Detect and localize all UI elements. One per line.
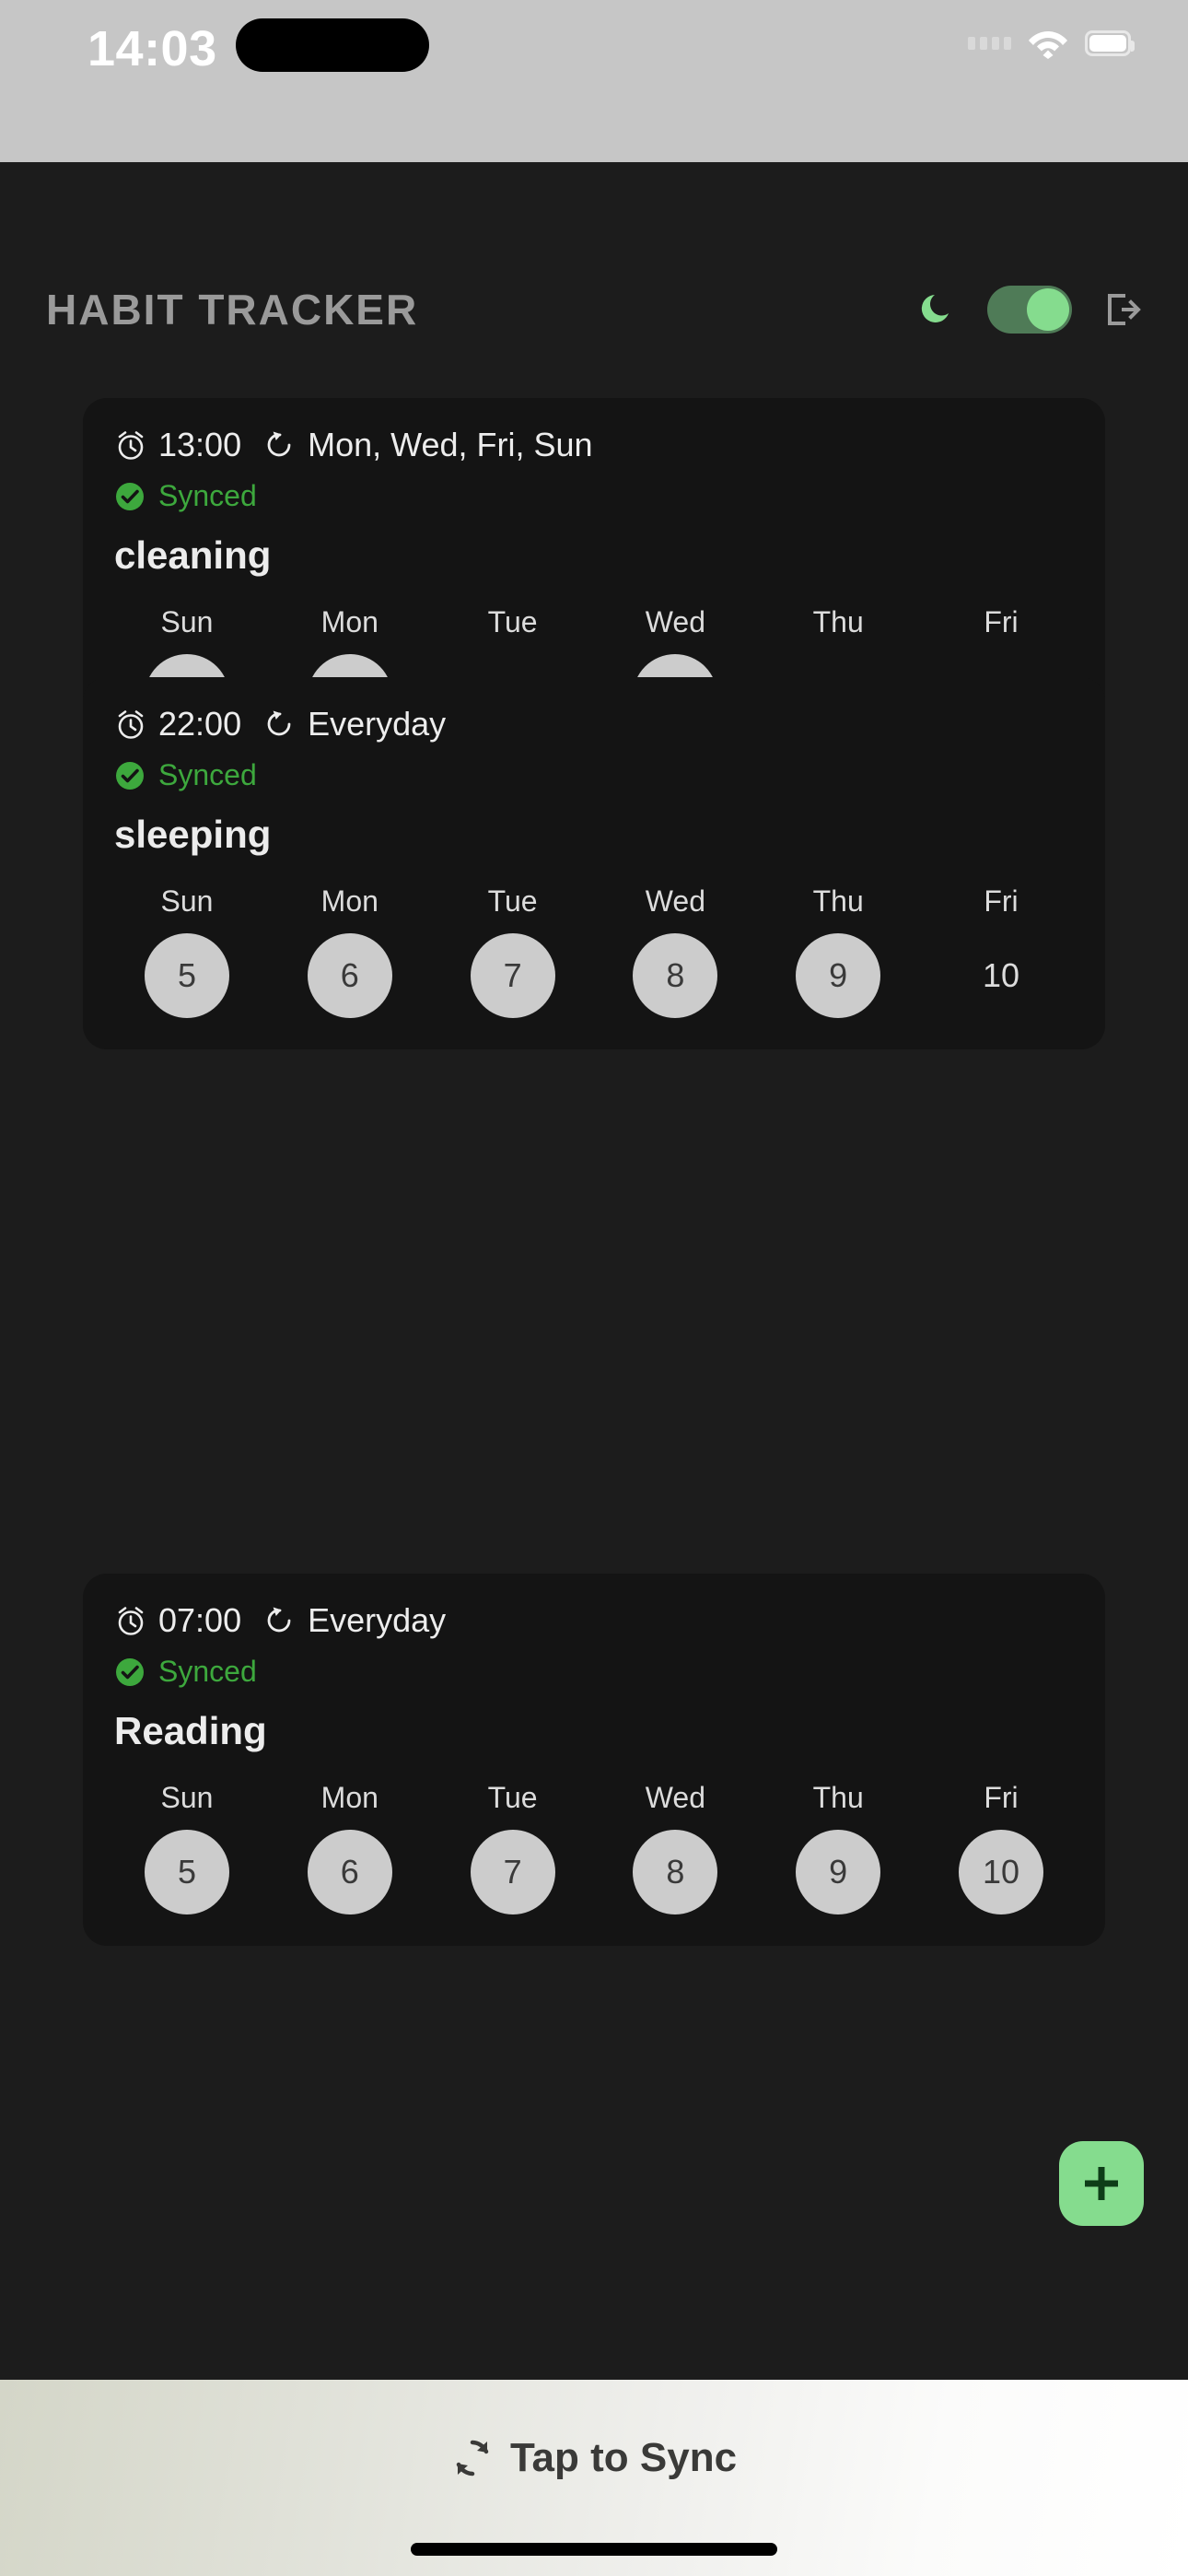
day-column: Fri 10 <box>932 884 1070 1018</box>
habit-repeat: Mon, Wed, Fri, Sun <box>308 426 592 464</box>
dark-mode-toggle[interactable] <box>987 286 1072 334</box>
habit-time: 07:00 <box>158 1601 241 1640</box>
day-label: Fri <box>984 605 1018 639</box>
habit-card[interactable]: 07:00 Everyday Synced Reading Sun 5 Mon 6 Tue 7 We… <box>83 1574 1105 1946</box>
day-column: Thu 9 <box>769 1781 907 1914</box>
tap-to-sync-button[interactable]: Tap to Sync <box>451 2435 737 2481</box>
habit-meta-row: 07:00 Everyday <box>114 1601 1074 1640</box>
day-column: Wed 8 <box>606 1781 744 1914</box>
plus-icon <box>1077 2160 1125 2207</box>
day-marker-completed[interactable]: 5 <box>145 933 229 1018</box>
status-bar: 14:03 <box>0 0 1188 162</box>
sync-bar[interactable]: Tap to Sync <box>0 2380 1188 2576</box>
day-marker-empty[interactable]: 10 <box>959 933 1043 1018</box>
dynamic-island <box>236 18 429 72</box>
habit-week-strip: Sun 5 Mon 6 Tue 7 Wed 8 Thu 9 Fri 10 <box>114 1781 1074 1914</box>
check-circle-icon <box>114 481 146 512</box>
day-label: Thu <box>813 1781 864 1815</box>
toggle-knob <box>1027 288 1069 331</box>
header-actions <box>917 286 1144 334</box>
wifi-icon <box>1028 28 1068 59</box>
habit-sync-status: Synced <box>114 479 1074 513</box>
day-label: Mon <box>321 884 379 919</box>
day-column: Fri 10 <box>932 1781 1070 1914</box>
day-label: Fri <box>984 1781 1018 1815</box>
habit-sync-status: Synced <box>114 758 1074 792</box>
habit-title: cleaning <box>114 533 1074 578</box>
day-marker-completed[interactable]: 7 <box>471 1830 555 1914</box>
day-column: Thu 9 <box>769 884 907 1018</box>
day-column: Sun 5 <box>118 884 256 1018</box>
habit-sync-label: Synced <box>158 758 257 792</box>
day-column: Mon 6 <box>281 884 419 1018</box>
check-circle-icon <box>114 1657 146 1688</box>
day-column: Sun 5 <box>118 1781 256 1914</box>
day-label: Thu <box>813 884 864 919</box>
alarm-clock-icon <box>114 708 147 741</box>
day-label: Wed <box>646 884 705 919</box>
day-column: Tue 7 <box>444 1781 582 1914</box>
day-column: Mon 6 <box>281 1781 419 1914</box>
day-label: Mon <box>321 605 379 639</box>
day-label: Fri <box>984 884 1018 919</box>
day-label: Tue <box>488 1781 538 1815</box>
moon-icon <box>917 288 960 331</box>
day-marker-completed[interactable]: 7 <box>471 933 555 1018</box>
day-label: Tue <box>488 605 538 639</box>
day-marker-completed[interactable]: 8 <box>633 933 717 1018</box>
day-marker-completed[interactable]: 10 <box>959 1830 1043 1914</box>
day-label: Wed <box>646 1781 705 1815</box>
habit-time: 22:00 <box>158 705 241 744</box>
habit-sync-label: Synced <box>158 1655 257 1689</box>
day-column: Wed 8 <box>606 884 744 1018</box>
day-label: Tue <box>488 884 538 919</box>
repeat-icon <box>263 1604 297 1637</box>
alarm-clock-icon <box>114 1604 147 1637</box>
logout-icon[interactable] <box>1100 287 1144 332</box>
day-column: Tue 7 <box>444 884 582 1018</box>
habit-repeat: Everyday <box>308 705 446 744</box>
day-marker-completed[interactable]: 9 <box>796 1830 880 1914</box>
repeat-icon <box>263 708 297 741</box>
status-bar-clock: 14:03 <box>87 20 217 77</box>
day-label: Mon <box>321 1781 379 1815</box>
battery-icon <box>1085 30 1131 56</box>
habit-card[interactable]: 22:00EverydaySyncedsleepingSun5Mon6Tue7W… <box>83 677 1105 1049</box>
page-title: HABIT TRACKER <box>46 285 418 334</box>
habit-title: sleeping <box>114 813 1074 857</box>
alarm-clock-icon <box>114 428 147 462</box>
habit-title: Reading <box>114 1709 1074 1753</box>
day-label: Sun <box>161 1781 214 1815</box>
day-marker-completed[interactable]: 6 <box>308 1830 392 1914</box>
habit-meta-row: 13:00 Mon, Wed, Fri, Sun <box>114 426 1074 464</box>
day-label: Sun <box>161 884 214 919</box>
sync-label: Tap to Sync <box>510 2435 737 2481</box>
sync-refresh-icon <box>451 2437 494 2479</box>
check-circle-icon <box>114 760 146 791</box>
day-label: Thu <box>813 605 864 639</box>
home-indicator <box>411 2543 777 2556</box>
signal-dots-icon <box>968 37 1011 50</box>
add-habit-button[interactable] <box>1059 2141 1144 2226</box>
habit-week-strip: Sun 5 Mon 6 Tue 7 Wed 8 Thu 9 Fri 10 <box>114 884 1074 1018</box>
day-label: Sun <box>161 605 214 639</box>
habit-meta-row: 22:00 Everyday <box>114 705 1074 744</box>
habit-sync-label: Synced <box>158 479 257 513</box>
habit-sync-status: Synced <box>114 1655 1074 1689</box>
day-marker-completed[interactable]: 8 <box>633 1830 717 1914</box>
day-marker-completed[interactable]: 9 <box>796 933 880 1018</box>
habit-time: 13:00 <box>158 426 241 464</box>
app-header: HABIT TRACKER <box>0 162 1188 402</box>
day-marker-completed[interactable]: 5 <box>145 1830 229 1914</box>
app-screen: 14:03 HABIT TRACKER <box>0 0 1188 2576</box>
day-label: Wed <box>646 605 705 639</box>
day-marker-completed[interactable]: 6 <box>308 933 392 1018</box>
habit-repeat: Everyday <box>308 1601 446 1640</box>
repeat-icon <box>263 428 297 462</box>
status-bar-indicators <box>968 28 1131 59</box>
